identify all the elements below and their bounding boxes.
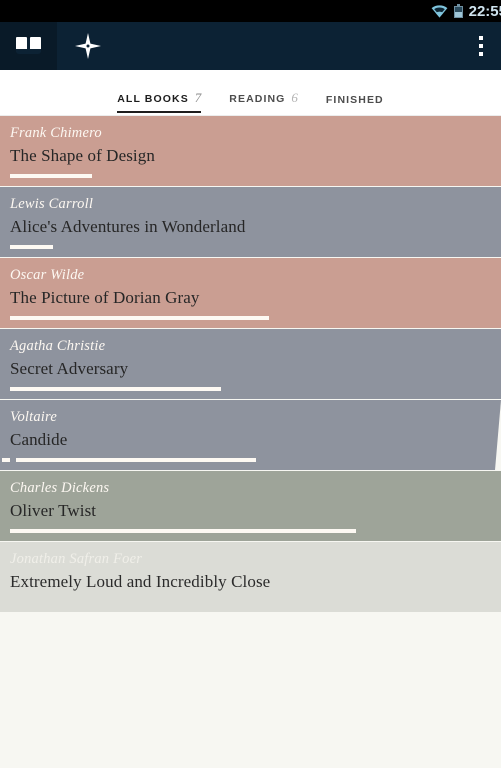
book-title: Alice's Adventures in Wonderland [10,217,246,236]
wifi-icon [431,4,448,18]
book-title: The Shape of Design [10,146,155,165]
more-vertical-icon-dot3 [479,52,483,56]
battery-icon [453,4,463,18]
reading-progress-bar [10,174,92,178]
book-card[interactable]: Agatha Christie Secret Adversary [0,329,501,399]
tab-label: READING [229,93,286,105]
tab-count: 7 [194,90,202,105]
more-vertical-icon-dot2 [479,44,483,48]
book-author: Charles Dickens [10,480,110,496]
book-card[interactable]: Voltaire Candide [0,400,501,470]
more-vertical-icon [479,36,483,40]
book-card[interactable]: Jonathan Safran Foer Extremely Loud and I… [0,542,501,612]
home-button[interactable] [0,22,57,70]
app-root: 22:55 [0,0,501,768]
tab-active-underline [117,111,202,113]
reading-progress-bar [10,316,270,320]
book-author: Frank Chimero [10,125,102,141]
tab-count: 6 [291,90,298,105]
tab-all-books[interactable]: ALL BOOKS 7 [103,90,215,115]
reading-progress-bar [10,529,356,533]
compass-star-icon [75,33,101,59]
book-title: Candide [10,430,68,449]
tab-label: ALL BOOKS [117,93,189,105]
book-card[interactable]: Frank Chimero The Shape of Design [0,116,501,186]
tab-finished[interactable]: FINISHED [312,94,398,115]
book-card[interactable]: Oscar Wilde The Picture of Dorian Gray [0,258,501,328]
reading-progress-bar [10,245,54,249]
book-title: Oliver Twist [10,501,97,520]
app-toolbar [0,22,501,70]
book-card[interactable]: Charles Dickens Oliver Twist [0,471,501,541]
book-author: Voltaire [10,409,57,425]
tab-bar: ALL BOOKS 7 READING 6 FINISHED [0,70,501,116]
status-bar-icons: 22:55 [431,3,501,20]
reading-progress-stub [2,458,10,462]
book-author: Oscar Wilde [10,267,85,283]
reading-progress-bar [10,387,222,391]
open-book-icon [16,37,41,55]
tab-reading[interactable]: READING 6 [215,90,312,115]
reading-progress-bar [16,458,256,462]
status-bar: 22:55 [0,0,501,22]
book-list: Frank Chimero The Shape of Design Lewis Ca… [0,116,501,612]
book-title: The Picture of Dorian Gray [10,288,200,307]
discover-button[interactable] [57,22,119,70]
book-author: Agatha Christie [10,338,106,354]
book-author: Lewis Carroll [10,196,94,212]
book-card[interactable]: Lewis Carroll Alice's Adventures in Wonde… [0,187,501,257]
book-title: Secret Adversary [10,359,129,378]
tab-label: FINISHED [325,94,384,106]
book-title: Extremely Loud and Incredibly Close [10,572,271,591]
overflow-menu-button[interactable] [461,22,501,70]
book-author: Jonathan Safran Foer [10,551,143,567]
status-bar-clock: 22:55 [468,2,501,20]
